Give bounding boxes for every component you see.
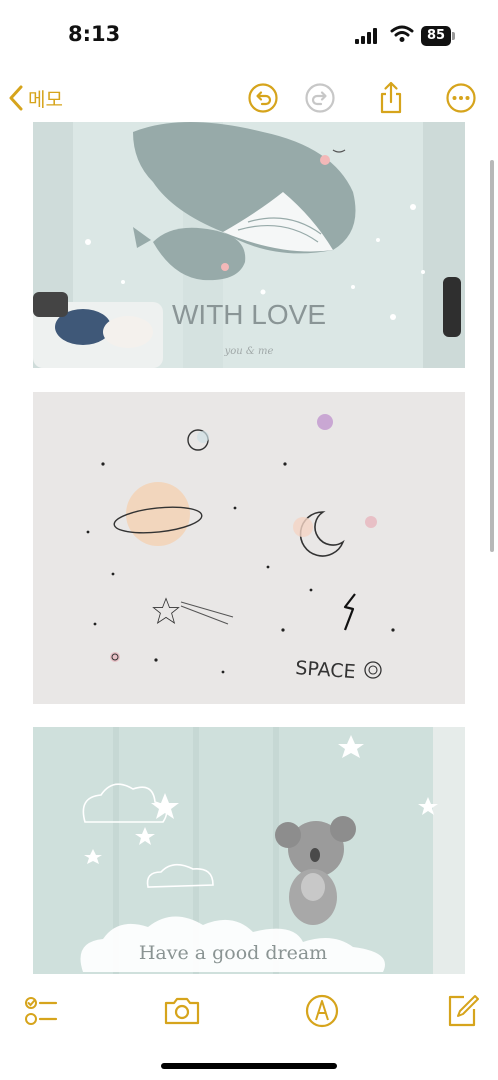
back-label: 메모 — [28, 88, 63, 111]
camera-icon[interactable] — [162, 991, 202, 1031]
whale-mural-caption: WITH LOVE — [172, 299, 326, 330]
markup-icon[interactable] — [302, 991, 342, 1031]
space-mural-caption: SPACE — [295, 657, 357, 683]
navigation-bar: 메모 — [0, 76, 498, 120]
chevron-left-icon — [9, 85, 23, 111]
home-indicator[interactable] — [161, 1063, 337, 1069]
status-time: 8:13 — [68, 22, 121, 46]
status-bar: 8:13 85 — [0, 0, 498, 72]
scrollbar[interactable] — [490, 160, 494, 552]
note-image-whale[interactable]: WITH LOVE you & me — [33, 122, 465, 368]
cellular-signal-icon — [355, 28, 377, 44]
compose-icon[interactable] — [442, 991, 482, 1031]
note-image-space[interactable]: SPACE — [33, 392, 465, 704]
back-button[interactable]: 메모 — [8, 80, 63, 116]
wifi-icon — [390, 25, 414, 42]
checklist-icon[interactable] — [22, 991, 62, 1031]
note-image-koala[interactable]: Have a good dream — [33, 727, 465, 974]
whale-mural-subcaption: you & me — [224, 346, 274, 357]
koala-mural-caption: Have a good dream — [139, 942, 327, 964]
share-icon[interactable] — [373, 80, 409, 116]
more-icon[interactable] — [443, 80, 479, 116]
bottom-toolbar — [0, 985, 498, 1035]
redo-icon[interactable] — [302, 80, 338, 116]
undo-icon[interactable] — [245, 80, 281, 116]
note-content[interactable]: WITH LOVE you & me SPACE Have a good dre… — [33, 122, 465, 974]
battery-level: 85 — [426, 28, 446, 43]
